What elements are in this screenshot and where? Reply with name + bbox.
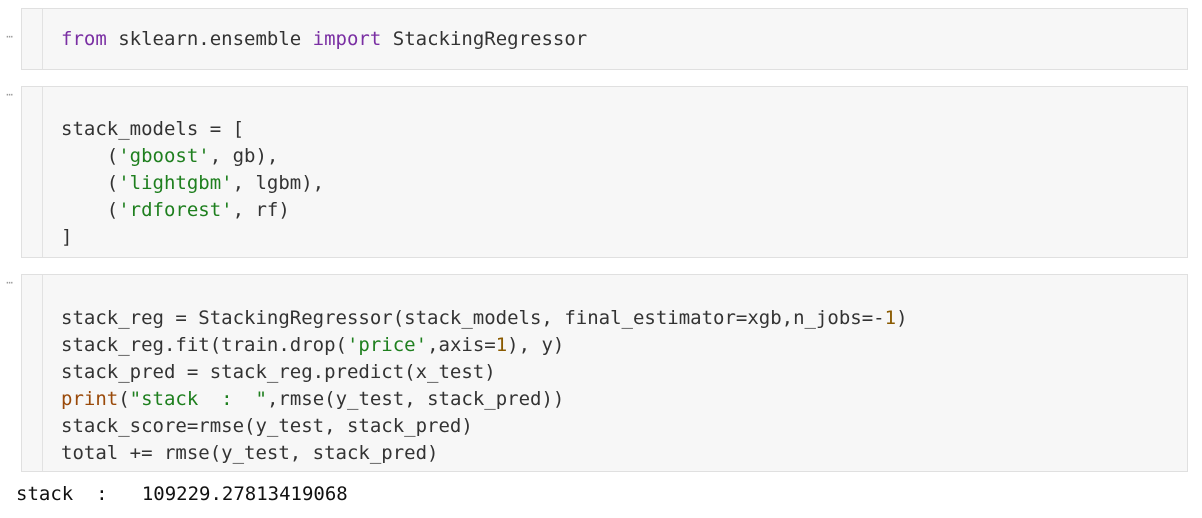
cell-gutter (22, 9, 43, 69)
code-token: , lgbm), (232, 172, 325, 194)
cell-gutter (22, 275, 43, 471)
cell-output: stack : 109229.27813419068 (16, 483, 348, 505)
code-token: 1 (884, 307, 897, 329)
code-token: ( (61, 199, 119, 221)
code-token: , rf) (232, 199, 290, 221)
code-line: stack_score=rmse(y_test, stack_pred) (61, 413, 1177, 440)
code-token: ] (61, 226, 73, 248)
code-token: import (312, 28, 382, 50)
code-token: from (61, 28, 107, 50)
collapse-icon[interactable]: ⋯ (2, 277, 16, 293)
code-line: ('lightgbm', lgbm), (61, 170, 1177, 197)
code-line: ('gboost', gb), (61, 143, 1177, 170)
code-token: ,rmse(y_test, stack_pred)) (266, 388, 565, 410)
code-token: 'price' (346, 334, 428, 356)
code-line: stack_reg = StackingRegressor(stack_mode… (61, 305, 1177, 332)
code-line: print("stack : ",rmse(y_test, stack_pred… (61, 386, 1177, 413)
code-line: stack_reg.fit(train.drop('price',axis=1)… (61, 332, 1177, 359)
code-token: ,axis= (427, 334, 496, 356)
cell-gutter (22, 87, 43, 257)
code-token: 1 (495, 334, 508, 356)
code-token: stack_score=rmse(y_test, stack_pred) (61, 415, 473, 437)
code-token: ( (61, 145, 119, 167)
code-editor[interactable]: stack_reg = StackingRegressor(stack_mode… (61, 278, 1177, 467)
code-token: ( (61, 172, 119, 194)
code-cell-stack-models[interactable]: ⋯ stack_models = [ ('gboost', gb), ('lig… (6, 86, 1188, 258)
code-line: ('rdforest', rf) (61, 197, 1177, 224)
collapse-icon[interactable]: ⋯ (2, 89, 16, 105)
code-editor[interactable]: from sklearn.ensemble import StackingReg… (61, 26, 1177, 53)
code-line: total += rmse(y_test, stack_pred) (61, 440, 1177, 467)
code-token: StackingRegressor (381, 28, 588, 50)
code-line: stack_pred = stack_reg.predict(x_test) (61, 359, 1177, 386)
collapse-icon[interactable]: ⋯ (2, 31, 16, 47)
code-token: ( (118, 388, 130, 410)
code-line: from sklearn.ensemble import StackingReg… (61, 26, 1177, 53)
code-token: 'lightgbm' (118, 172, 233, 194)
code-token: stack_reg = StackingRegressor(stack_mode… (61, 307, 885, 329)
code-token: 'gboost' (118, 145, 210, 167)
code-token: stack_models = [ (61, 118, 245, 140)
code-token: stack_pred = stack_reg.predict(x_test) (61, 361, 496, 383)
code-cell-import[interactable]: ⋯ from sklearn.ensemble import StackingR… (6, 8, 1188, 70)
code-token: sklearn.ensemble (106, 28, 313, 50)
code-cell-stacking-regressor[interactable]: ⋯ stack_reg = StackingRegressor(stack_mo… (6, 274, 1188, 472)
code-token: print (61, 388, 119, 410)
code-line: stack_models = [ (61, 116, 1177, 143)
code-token: , gb), (209, 145, 279, 167)
code-token: ) (896, 307, 908, 329)
code-token: stack_reg.fit(train.drop( (61, 334, 347, 356)
code-token: total += rmse(y_test, stack_pred) (61, 442, 439, 464)
code-editor[interactable]: stack_models = [ ('gboost', gb), ('light… (61, 89, 1177, 251)
code-token: 'rdforest' (118, 199, 233, 221)
code-token: ), y) (507, 334, 565, 356)
code-line: ] (61, 224, 1177, 251)
code-token: "stack : " (129, 388, 267, 410)
